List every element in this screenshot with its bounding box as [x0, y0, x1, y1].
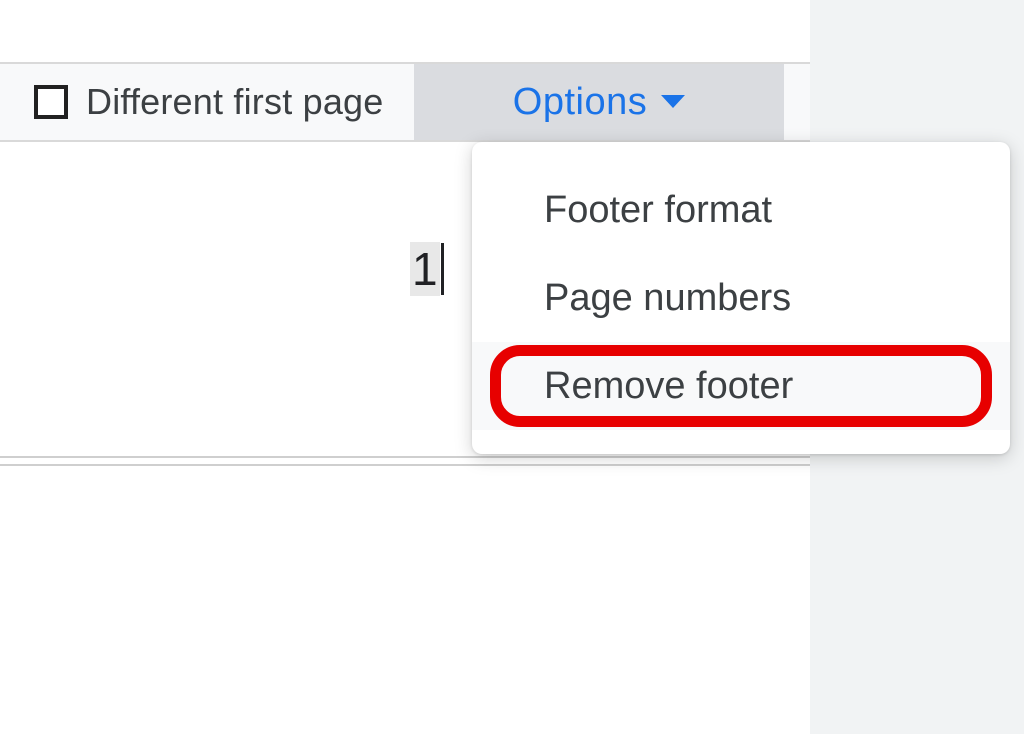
different-first-page-label: Different first page [86, 81, 383, 123]
page-number-value: 1 [410, 242, 440, 296]
menu-item-footer-format[interactable]: Footer format [472, 166, 1010, 254]
caret-down-icon [661, 95, 685, 114]
menu-item-label: Remove footer [544, 365, 793, 408]
options-label: Options [513, 81, 647, 124]
different-first-page-checkbox[interactable]: Different first page [34, 81, 383, 123]
text-cursor-icon [441, 243, 444, 295]
menu-item-remove-footer[interactable]: Remove footer [472, 342, 1010, 430]
footer-page-number-field[interactable]: 1 [410, 242, 444, 296]
checkbox-icon [34, 85, 68, 119]
page-divider [0, 456, 810, 466]
options-button[interactable]: Options [414, 62, 784, 142]
menu-item-label: Footer format [544, 189, 772, 232]
menu-item-page-numbers[interactable]: Page numbers [472, 254, 1010, 342]
menu-item-label: Page numbers [544, 277, 791, 320]
options-dropdown: Footer format Page numbers Remove footer [472, 142, 1010, 454]
